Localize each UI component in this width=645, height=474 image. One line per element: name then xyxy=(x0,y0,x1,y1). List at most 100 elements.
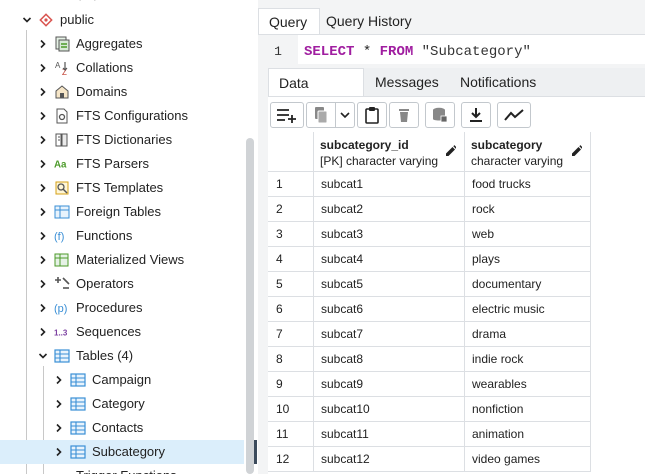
cell-subcategory-id[interactable]: subcat1 xyxy=(314,172,465,197)
cell-subcategory-id[interactable]: subcat3 xyxy=(314,222,465,247)
tree-item-procedures[interactable]: (p) Procedures xyxy=(0,296,244,320)
column-header-subcategory[interactable]: subcategory character varying xyxy=(465,132,591,172)
table-row[interactable]: 9 subcat9 wearables xyxy=(268,372,591,397)
table-row[interactable]: 12 subcat12 video games xyxy=(268,447,591,472)
row-number[interactable]: 11 xyxy=(268,422,314,447)
chevron-right-icon[interactable] xyxy=(36,224,50,248)
chevron-right-icon[interactable] xyxy=(36,272,50,296)
cell-subcategory[interactable]: video games xyxy=(465,447,591,472)
tab-query[interactable]: Query xyxy=(258,8,320,34)
row-number[interactable]: 5 xyxy=(268,272,314,297)
cell-subcategory-id[interactable]: subcat8 xyxy=(314,347,465,372)
cell-subcategory[interactable]: web xyxy=(465,222,591,247)
row-number[interactable]: 3 xyxy=(268,222,314,247)
tree-item-aggregates[interactable]: Aggregates xyxy=(0,32,244,56)
edit-pencil-icon[interactable] xyxy=(444,144,456,158)
add-row-button[interactable] xyxy=(270,102,304,128)
sql-code-line[interactable]: SELECT * FROM "Subcategory" xyxy=(304,35,531,69)
row-number[interactable]: 12 xyxy=(268,447,314,472)
tree-item-table-campaign[interactable]: Campaign xyxy=(0,368,254,392)
cell-subcategory[interactable]: electric music xyxy=(465,297,591,322)
copy-options-dropdown[interactable] xyxy=(335,102,355,128)
chevron-right-icon[interactable] xyxy=(36,200,50,224)
graph-visualiser-button[interactable] xyxy=(497,102,531,128)
table-row[interactable]: 3 subcat3 web xyxy=(268,222,591,247)
tree-item-schema-public[interactable]: public xyxy=(0,8,244,32)
tree-item-fts-dictionaries[interactable]: FTS Dictionaries xyxy=(0,128,244,152)
download-button[interactable] xyxy=(461,102,491,128)
row-number[interactable]: 4 xyxy=(268,247,314,272)
cell-subcategory-id[interactable]: subcat10 xyxy=(314,397,465,422)
chevron-right-icon[interactable] xyxy=(52,440,66,464)
tree-item-fts-parsers[interactable]: Aa FTS Parsers xyxy=(0,152,244,176)
chevron-right-icon[interactable] xyxy=(36,128,50,152)
chevron-right-icon[interactable] xyxy=(36,296,50,320)
tree-item-table-category[interactable]: Category xyxy=(0,392,254,416)
column-header-subcategory-id[interactable]: subcategory_id [PK] character varying xyxy=(314,132,465,172)
paste-button[interactable] xyxy=(357,102,387,128)
tree-item-tables[interactable]: Tables (4) xyxy=(0,344,244,368)
panel-resize-handle[interactable] xyxy=(254,440,257,464)
table-row[interactable]: 4 subcat4 plays xyxy=(268,247,591,272)
cell-subcategory-id[interactable]: subcat9 xyxy=(314,372,465,397)
table-row[interactable]: 11 subcat11 animation xyxy=(268,422,591,447)
chevron-right-icon[interactable] xyxy=(36,80,50,104)
cell-subcategory[interactable]: food trucks xyxy=(465,172,591,197)
tree-item-fts-configurations[interactable]: FTS Configurations xyxy=(0,104,244,128)
tree-item-domains[interactable]: Domains xyxy=(0,80,244,104)
chevron-right-icon[interactable] xyxy=(52,368,66,392)
cell-subcategory[interactable]: drama xyxy=(465,322,591,347)
chevron-right-icon[interactable] xyxy=(52,392,66,416)
table-row[interactable]: 6 subcat6 electric music xyxy=(268,297,591,322)
tree-item-table-subcategory[interactable]: Subcategory xyxy=(0,440,254,464)
tree-item-foreign-tables[interactable]: Foreign Tables xyxy=(0,200,244,224)
cell-subcategory-id[interactable]: subcat12 xyxy=(314,447,465,472)
table-row[interactable]: 10 subcat10 nonfiction xyxy=(268,397,591,422)
table-row[interactable]: 1 subcat1 food trucks xyxy=(268,172,591,197)
cell-subcategory[interactable]: animation xyxy=(465,422,591,447)
chevron-right-icon[interactable] xyxy=(36,320,50,344)
tree-item-sequences[interactable]: 1..3 Sequences xyxy=(0,320,244,344)
table-row[interactable]: 8 subcat8 indie rock xyxy=(268,347,591,372)
chevron-down-icon[interactable] xyxy=(36,344,50,368)
cell-subcategory-id[interactable]: subcat11 xyxy=(314,422,465,447)
cell-subcategory[interactable]: documentary xyxy=(465,272,591,297)
tab-query-history[interactable]: Query History xyxy=(316,8,422,34)
cell-subcategory-id[interactable]: subcat7 xyxy=(314,322,465,347)
chevron-right-icon[interactable] xyxy=(36,248,50,272)
copy-button[interactable] xyxy=(306,102,336,128)
delete-button[interactable] xyxy=(389,102,419,128)
tree-item-trigger-functions[interactable]: Trigger Functions xyxy=(0,464,244,474)
cell-subcategory-id[interactable]: subcat6 xyxy=(314,297,465,322)
chevron-right-icon[interactable] xyxy=(36,176,50,200)
cell-subcategory[interactable]: indie rock xyxy=(465,347,591,372)
row-number[interactable]: 10 xyxy=(268,397,314,422)
cell-subcategory-id[interactable]: subcat4 xyxy=(314,247,465,272)
table-row[interactable]: 5 subcat5 documentary xyxy=(268,272,591,297)
cell-subcategory[interactable]: wearables xyxy=(465,372,591,397)
row-number[interactable]: 9 xyxy=(268,372,314,397)
chevron-right-icon[interactable] xyxy=(52,416,66,440)
row-number[interactable]: 8 xyxy=(268,347,314,372)
row-number[interactable]: 7 xyxy=(268,322,314,347)
tab-notifications[interactable]: Notifications xyxy=(450,68,546,96)
save-data-button[interactable] xyxy=(425,102,455,128)
tree-item-functions[interactable]: (f) Functions xyxy=(0,224,244,248)
row-number[interactable]: 6 xyxy=(268,297,314,322)
row-number[interactable]: 2 xyxy=(268,197,314,222)
table-row[interactable]: 2 subcat2 rock xyxy=(268,197,591,222)
edit-pencil-icon[interactable] xyxy=(570,144,582,158)
chevron-right-icon[interactable] xyxy=(36,104,50,128)
tree-item-table-contacts[interactable]: Contacts xyxy=(0,416,254,440)
chevron-down-icon[interactable] xyxy=(20,8,34,32)
tree-item-fts-templates[interactable]: FTS Templates xyxy=(0,176,244,200)
cell-subcategory-id[interactable]: subcat5 xyxy=(314,272,465,297)
tree-item-operators[interactable]: Operators xyxy=(0,272,244,296)
chevron-right-icon[interactable] xyxy=(36,56,50,80)
tab-data-output[interactable]: Data Output xyxy=(268,68,364,119)
chevron-right-icon[interactable] xyxy=(36,32,50,56)
tab-messages[interactable]: Messages xyxy=(365,68,449,96)
tree-scrollbar-thumb[interactable] xyxy=(246,138,254,474)
cell-subcategory[interactable]: rock xyxy=(465,197,591,222)
chevron-right-icon[interactable] xyxy=(36,152,50,176)
